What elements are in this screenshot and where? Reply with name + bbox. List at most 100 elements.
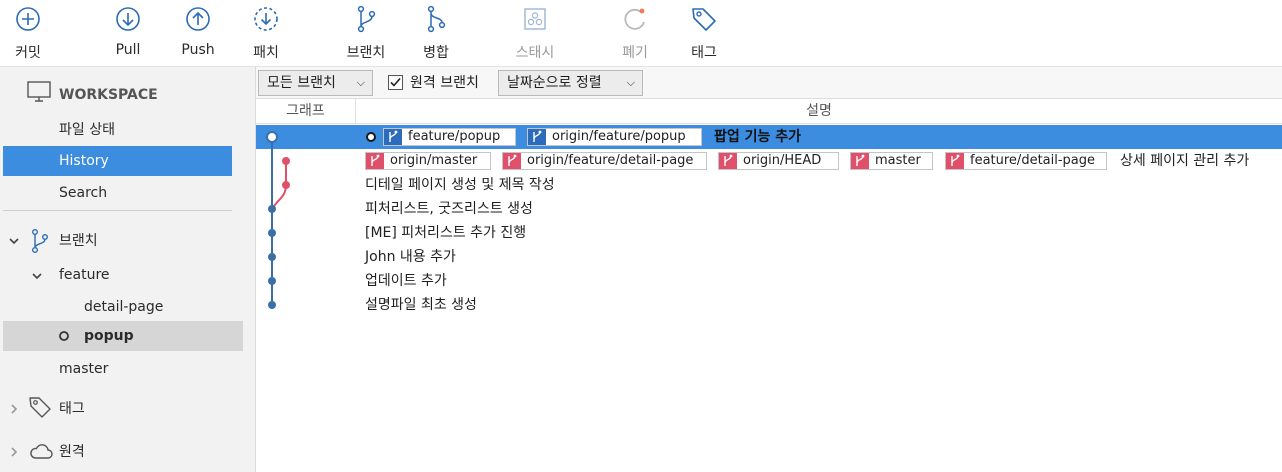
remote-branches-checkbox[interactable] bbox=[388, 75, 403, 90]
remotes-header[interactable]: 원격 bbox=[59, 437, 209, 467]
sort-value: 날짜순으로 정렬 bbox=[507, 75, 602, 91]
remote-branches-label[interactable]: 원격 브랜치 bbox=[410, 72, 479, 92]
commit-row[interactable]: 업데이트 추가 bbox=[256, 269, 1282, 293]
branch-button[interactable]: 브랜치 bbox=[334, 4, 398, 64]
commit-row[interactable]: 설명파일 최초 생성 bbox=[256, 293, 1282, 317]
tag-icon bbox=[29, 397, 51, 418]
commit-message: [ME] 피처리스트 추가 진행 bbox=[365, 225, 527, 241]
commit-message: 팝업 기능 추가 bbox=[714, 129, 802, 145]
file-status-label: 파일 상태 bbox=[59, 122, 115, 138]
column-header-description[interactable]: 설명 bbox=[356, 99, 1282, 123]
sidebar-item-feature[interactable]: feature bbox=[59, 260, 209, 290]
branch-filter-dropdown[interactable]: 모든 브랜치 ⌵ bbox=[258, 70, 373, 96]
commit-row[interactable]: origin/master origin/feature/detail-page… bbox=[256, 149, 1282, 173]
chevron-down-icon[interactable] bbox=[31, 270, 43, 282]
branch-icon bbox=[357, 5, 376, 33]
branch-label-tag[interactable]: origin/feature/popup bbox=[527, 128, 702, 146]
fetch-button[interactable]: 패치 bbox=[234, 4, 298, 64]
graph-node bbox=[282, 157, 290, 165]
tag-icon bbox=[692, 8, 716, 31]
commit-row[interactable]: John 내용 추가 bbox=[256, 245, 1282, 269]
commit-row[interactable]: 디테일 페이지 생성 및 제목 작성 bbox=[256, 173, 1282, 197]
push-icon bbox=[186, 7, 210, 31]
chevron-down-icon: ⌵ bbox=[626, 76, 635, 89]
graph-node bbox=[268, 229, 276, 237]
commit-button[interactable]: 커밋 bbox=[0, 4, 60, 64]
branch-icon bbox=[719, 153, 737, 169]
branch-icon bbox=[32, 229, 48, 254]
branch-label-tag[interactable]: origin/feature/detail-page bbox=[502, 152, 707, 170]
chevron-down-icon: ⌵ bbox=[356, 76, 365, 89]
chevron-right-icon[interactable] bbox=[8, 446, 20, 458]
sidebar-item-search[interactable]: Search bbox=[3, 178, 232, 208]
graph-node bbox=[268, 253, 276, 261]
commit-row[interactable]: feature/popup origin/feature/popup 팝업 기능… bbox=[256, 125, 1282, 149]
branch-icon bbox=[851, 153, 869, 169]
filter-bar: 모든 브랜치 ⌵ 원격 브랜치 날짜순으로 정렬 ⌵ bbox=[256, 67, 1282, 99]
branch-label-tag[interactable]: feature/popup bbox=[383, 128, 516, 146]
commit-table-header: 그래프 설명 bbox=[256, 99, 1282, 124]
commit-message: 피처리스트, 굿즈리스트 생성 bbox=[365, 201, 533, 217]
ref-name: feature/detail-page bbox=[970, 153, 1096, 168]
discard-icon bbox=[624, 8, 645, 30]
tags-header[interactable]: 태그 bbox=[59, 394, 209, 424]
sidebar-item-master[interactable]: master bbox=[59, 354, 209, 384]
branch-icon bbox=[946, 153, 964, 169]
stash-label: 스태시 bbox=[515, 45, 555, 61]
branch-filter-value: 모든 브랜치 bbox=[267, 75, 336, 91]
commit-graph bbox=[266, 131, 290, 309]
commit-row[interactable]: 피처리스트, 굿즈리스트 생성 bbox=[256, 197, 1282, 221]
commit-icon bbox=[16, 7, 40, 31]
branch-icon bbox=[366, 153, 384, 169]
sidebar-item-history[interactable]: History bbox=[3, 146, 232, 176]
sort-dropdown[interactable]: 날짜순으로 정렬 ⌵ bbox=[498, 70, 643, 96]
chevron-down-icon[interactable] bbox=[8, 235, 20, 247]
branch-label: 브랜치 bbox=[346, 45, 386, 61]
pull-button[interactable]: Pull bbox=[96, 4, 160, 64]
branch-label-tag[interactable]: master bbox=[850, 152, 933, 170]
branch-icon bbox=[528, 129, 546, 145]
discard-label: 폐기 bbox=[622, 45, 648, 61]
pull-icon bbox=[116, 7, 140, 31]
commit-message: John 내용 추가 bbox=[365, 249, 456, 265]
branch-icon bbox=[384, 129, 402, 145]
chevron-right-icon[interactable] bbox=[8, 403, 20, 415]
push-button[interactable]: Push bbox=[166, 4, 230, 64]
graph-node bbox=[268, 205, 276, 213]
sidebar-item-detail-page[interactable]: detail-page bbox=[84, 292, 234, 322]
commit-message: 업데이트 추가 bbox=[365, 273, 447, 289]
commit-list: feature/popup origin/feature/popup 팝업 기능… bbox=[256, 125, 1282, 472]
sidebar-item-popup[interactable]: popup bbox=[3, 321, 243, 351]
current-branch-icon bbox=[59, 331, 69, 341]
workspace-header[interactable]: WORKSPACE bbox=[59, 80, 239, 110]
branch-label-tag[interactable]: feature/detail-page bbox=[945, 152, 1107, 170]
ref-name: master bbox=[875, 153, 921, 168]
merge-button[interactable]: 병합 bbox=[404, 4, 468, 64]
ref-name: origin/HEAD bbox=[743, 153, 822, 168]
tag-label: 태그 bbox=[691, 45, 717, 61]
branch-label-tag[interactable]: origin/master bbox=[365, 152, 491, 170]
tag-button[interactable]: 태그 bbox=[672, 4, 736, 64]
column-header-graph[interactable]: 그래프 bbox=[256, 99, 356, 123]
sidebar-item-file-status[interactable]: 파일 상태 bbox=[3, 115, 232, 145]
ref-name: origin/feature/popup bbox=[552, 129, 686, 144]
pull-label: Pull bbox=[115, 42, 141, 58]
push-label: Push bbox=[181, 42, 215, 58]
merge-icon bbox=[427, 5, 446, 33]
popup-label: popup bbox=[84, 328, 134, 344]
monitor-icon bbox=[27, 81, 51, 102]
stash-button[interactable]: 스태시 bbox=[503, 4, 567, 64]
graph-node bbox=[268, 301, 276, 309]
branches-header[interactable]: 브랜치 bbox=[59, 226, 209, 256]
history-label: History bbox=[59, 153, 109, 169]
graph-node bbox=[268, 277, 276, 285]
graph-node bbox=[282, 181, 290, 189]
discard-button[interactable]: 폐기 bbox=[603, 4, 667, 64]
branch-label-tag[interactable]: origin/HEAD bbox=[718, 152, 839, 170]
fetch-icon bbox=[254, 7, 278, 31]
sidebar-divider bbox=[3, 210, 232, 211]
commit-row[interactable]: [ME] 피처리스트 추가 진행 bbox=[256, 221, 1282, 245]
checkmark-icon bbox=[390, 77, 401, 87]
ref-name: origin/master bbox=[390, 153, 478, 168]
commit-message: 디테일 페이지 생성 및 제목 작성 bbox=[365, 177, 555, 193]
